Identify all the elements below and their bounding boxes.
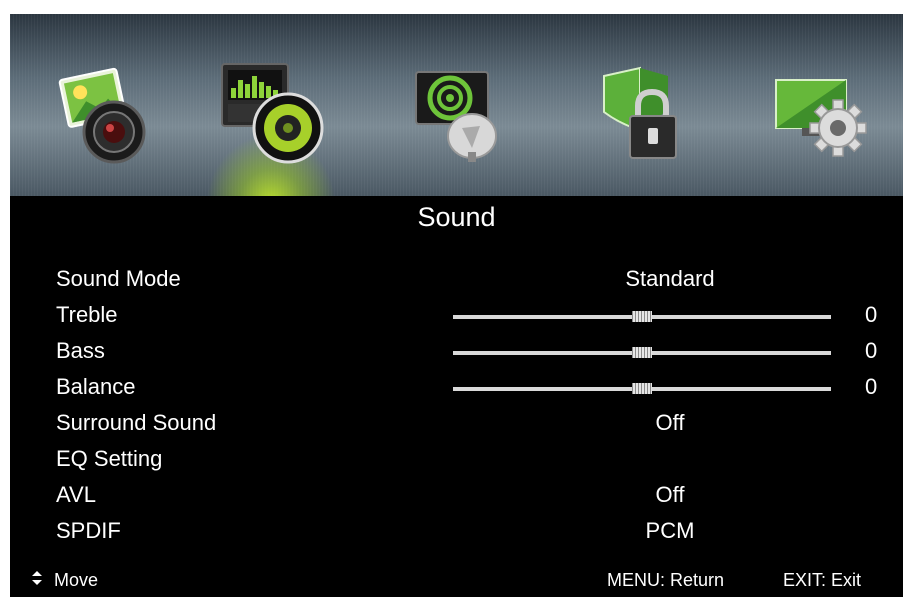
balance-slider[interactable] <box>453 383 831 394</box>
menu-item-label: Sound Mode <box>56 266 181 291</box>
menu-item-value: Off <box>655 482 685 507</box>
menu-item-value: Standard <box>625 266 715 291</box>
sound-menu: Sound Mode Standard Treble 0 Bass 0 Bala… <box>10 238 903 558</box>
menu-item-bass[interactable]: Bass 0 <box>10 334 903 370</box>
treble-slider[interactable] <box>453 311 831 322</box>
menu-return-hint: MENU: Return <box>607 570 725 590</box>
channel-icon[interactable] <box>406 60 516 170</box>
exit-hint: EXIT: Exit <box>783 570 862 590</box>
slider-knob[interactable] <box>632 311 652 322</box>
slider-value: 0 <box>865 302 878 327</box>
bass-slider[interactable] <box>453 347 831 358</box>
menu-item-label: EQ Setting <box>56 446 163 471</box>
sound-icon[interactable] <box>218 60 328 170</box>
menu-item-label: SPDIF <box>56 518 121 543</box>
menu-title: Sound <box>417 202 496 232</box>
menu-item-spdif[interactable]: SPDIF PCM <box>10 514 903 550</box>
menu-item-label: Surround Sound <box>56 410 217 435</box>
menu-item-label: AVL <box>56 482 96 507</box>
footer-hints: Move MENU: Return EXIT: Exit <box>10 558 903 597</box>
menu-item-treble[interactable]: Treble 0 <box>10 298 903 334</box>
tv-screen: Sound Sound Mode Standard Treble 0 Bass … <box>0 0 909 597</box>
picture-icon[interactable] <box>52 60 162 170</box>
osd-frame: Sound Sound Mode Standard Treble 0 Bass … <box>10 14 903 597</box>
slider-value: 0 <box>865 374 878 399</box>
setup-icon[interactable] <box>766 60 876 170</box>
menu-item-sound-mode[interactable]: Sound Mode Standard <box>10 262 903 298</box>
menu-item-label: Treble <box>56 302 118 327</box>
category-icon-bar <box>10 14 903 204</box>
menu-item-avl[interactable]: AVL Off <box>10 478 903 514</box>
up-down-arrow-icon <box>32 571 42 585</box>
slider-knob[interactable] <box>632 383 652 394</box>
menu-item-surround-sound[interactable]: Surround Sound Off <box>10 406 903 442</box>
slider-value: 0 <box>865 338 878 363</box>
lock-icon[interactable] <box>590 60 700 170</box>
menu-item-balance[interactable]: Balance 0 <box>10 370 903 406</box>
menu-item-value: PCM <box>645 518 695 543</box>
menu-item-eq-setting[interactable]: EQ Setting <box>10 442 903 478</box>
menu-item-label: Balance <box>56 374 136 399</box>
title-bar: Sound <box>10 196 903 238</box>
menu-item-label: Bass <box>56 338 105 363</box>
move-hint: Move <box>54 570 99 590</box>
slider-knob[interactable] <box>632 347 652 358</box>
menu-item-value: Off <box>655 410 685 435</box>
